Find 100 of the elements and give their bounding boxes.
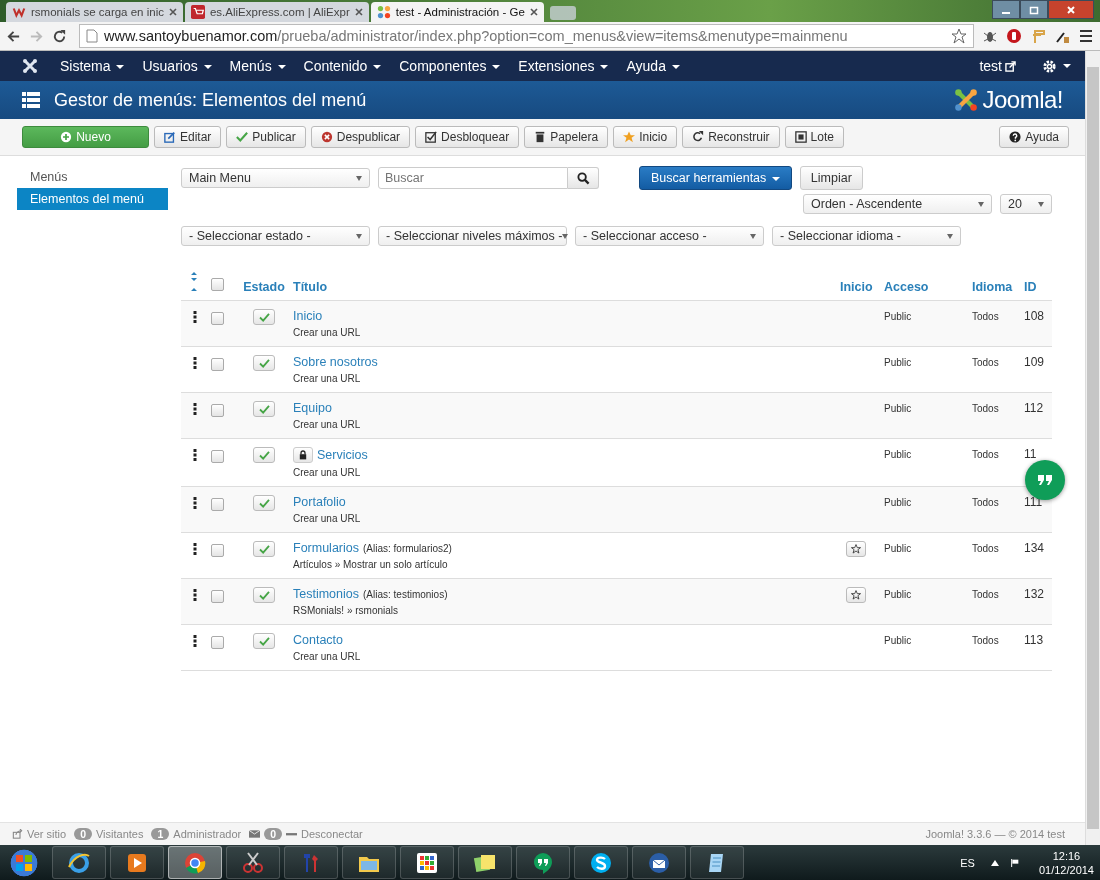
- nav-menu-item[interactable]: Extensiones: [518, 58, 609, 74]
- browser-tab[interactable]: rsmonials se carga en inic: [6, 2, 183, 22]
- item-title-link[interactable]: Contacto: [293, 633, 344, 647]
- drag-handle-icon[interactable]: [193, 543, 197, 555]
- address-field[interactable]: www.santoybuenamor.com/prueba/administrator/index.php?option=com_menus&view=items&menutype=mainmenu: [79, 24, 974, 48]
- toolbar-button[interactable]: Despublicar: [310, 126, 411, 148]
- nav-menu-item[interactable]: Menús: [229, 58, 286, 74]
- menu-select[interactable]: Main Menu: [181, 168, 370, 188]
- ordering-select[interactable]: Orden - Ascendente: [803, 194, 992, 214]
- publish-toggle[interactable]: [253, 587, 275, 603]
- row-checkbox[interactable]: [211, 636, 224, 649]
- row-checkbox[interactable]: [211, 544, 224, 557]
- close-icon[interactable]: [168, 8, 177, 16]
- toolbar-button[interactable]: Inicio: [613, 126, 678, 148]
- nav-menu-item[interactable]: Contenido: [303, 58, 382, 74]
- toolbar-button[interactable]: Reconstruir: [682, 126, 780, 148]
- taskbar-button[interactable]: [632, 846, 686, 879]
- scrollbar[interactable]: [1085, 51, 1100, 845]
- column-header[interactable]: Título: [289, 268, 836, 301]
- drag-handle-icon[interactable]: [193, 497, 197, 509]
- taskbar-button[interactable]: [110, 846, 164, 879]
- drag-handle-icon[interactable]: [193, 449, 197, 461]
- nav-menu-item[interactable]: Ayuda: [626, 58, 680, 74]
- column-header[interactable]: ID: [1020, 268, 1052, 301]
- menu-icon[interactable]: [1078, 28, 1094, 44]
- filter-select[interactable]: - Seleccionar estado -: [181, 226, 370, 246]
- item-title-link[interactable]: Servicios: [317, 448, 368, 462]
- toolbar-button[interactable]: Desbloquear: [415, 126, 520, 148]
- toolbar-button[interactable]: Publicar: [226, 126, 306, 148]
- sort-icon[interactable]: [190, 272, 198, 294]
- taskbar-button[interactable]: [400, 846, 454, 879]
- settings-button[interactable]: [1042, 58, 1071, 74]
- taskbar-button[interactable]: [52, 846, 106, 879]
- browser-tab[interactable]: es.AliExpress.com | AliExpr: [184, 2, 369, 22]
- item-title-link[interactable]: Testimonios: [293, 587, 359, 601]
- drag-handle-icon[interactable]: [193, 357, 197, 369]
- taskbar-button[interactable]: [516, 846, 570, 879]
- taskbar-button[interactable]: [574, 846, 628, 879]
- filter-select[interactable]: - Seleccionar acceso -: [575, 226, 764, 246]
- toolbar-button[interactable]: Editar: [154, 126, 222, 148]
- close-icon[interactable]: [529, 8, 538, 16]
- toolbar-button[interactable]: Lote: [784, 126, 844, 148]
- nav-menu-item[interactable]: Componentes: [399, 58, 501, 74]
- language-indicator[interactable]: ES: [960, 856, 975, 869]
- clear-button[interactable]: Limpiar: [799, 166, 863, 190]
- publish-toggle[interactable]: [253, 495, 275, 511]
- nav-menu-item[interactable]: Sistema: [60, 58, 125, 74]
- publish-toggle[interactable]: [253, 355, 275, 371]
- taskbar-button[interactable]: [458, 846, 512, 879]
- item-title-link[interactable]: Portafolio: [293, 495, 346, 509]
- sidebar-item[interactable]: Menús: [17, 166, 168, 188]
- row-checkbox[interactable]: [211, 358, 224, 371]
- item-title-link[interactable]: Inicio: [293, 309, 323, 323]
- column-header[interactable]: Idioma: [968, 268, 1020, 301]
- browser-tab[interactable]: test - Administración - Ge: [370, 2, 544, 22]
- drag-handle-icon[interactable]: [193, 311, 197, 323]
- drag-handle-icon[interactable]: [193, 403, 197, 415]
- maximize-button[interactable]: [1020, 0, 1048, 19]
- row-checkbox[interactable]: [211, 450, 224, 463]
- column-header[interactable]: Acceso: [880, 268, 968, 301]
- taskbar-button[interactable]: [226, 846, 280, 879]
- search-field[interactable]: Buscar: [378, 167, 568, 189]
- flag-icon[interactable]: [1010, 858, 1019, 867]
- close-icon[interactable]: [354, 8, 363, 16]
- clock[interactable]: 12:16 01/12/2014: [1038, 848, 1094, 877]
- back-icon[interactable]: [6, 28, 21, 44]
- publish-toggle[interactable]: [253, 541, 275, 557]
- row-checkbox[interactable]: [211, 498, 224, 511]
- publish-toggle[interactable]: [253, 401, 275, 417]
- taskbar-button[interactable]: [342, 846, 396, 879]
- help-button[interactable]: Ayuda: [999, 126, 1069, 148]
- taskbar-button[interactable]: [690, 846, 744, 879]
- home-star-button[interactable]: [846, 587, 866, 603]
- drag-handle-icon[interactable]: [193, 589, 197, 601]
- sidebar-item[interactable]: Elementos del menú: [17, 188, 168, 210]
- column-header[interactable]: Estado: [239, 268, 289, 301]
- filter-select[interactable]: - Seleccionar idioma -: [772, 226, 961, 246]
- item-title-link[interactable]: Sobre nosotros: [293, 355, 378, 369]
- lock-button[interactable]: [293, 447, 313, 463]
- row-checkbox[interactable]: [211, 312, 224, 325]
- row-checkbox[interactable]: [211, 404, 224, 417]
- filter-select[interactable]: - Seleccionar niveles máximos -: [378, 226, 567, 246]
- drag-handle-icon[interactable]: [193, 635, 197, 647]
- reload-icon[interactable]: [52, 28, 67, 44]
- limit-select[interactable]: 20: [1000, 194, 1052, 214]
- stop-sign-icon[interactable]: [1006, 28, 1022, 44]
- star-icon[interactable]: [951, 28, 967, 44]
- item-title-link[interactable]: Equipo: [293, 401, 332, 415]
- select-all-checkbox[interactable]: [211, 278, 224, 291]
- home-star-button[interactable]: [846, 541, 866, 557]
- publish-toggle[interactable]: [253, 447, 275, 463]
- view-site-link[interactable]: Ver sitio: [27, 828, 67, 840]
- row-checkbox[interactable]: [211, 590, 224, 603]
- search-tools-button[interactable]: Buscar herramientas: [639, 166, 792, 190]
- nav-menu-item[interactable]: Usuarios: [142, 58, 212, 74]
- joomla-logo-icon[interactable]: [22, 58, 38, 74]
- close-window-button[interactable]: [1048, 0, 1094, 19]
- item-title-link[interactable]: Formularios: [293, 541, 359, 555]
- search-button[interactable]: [568, 167, 599, 189]
- publish-toggle[interactable]: [253, 633, 275, 649]
